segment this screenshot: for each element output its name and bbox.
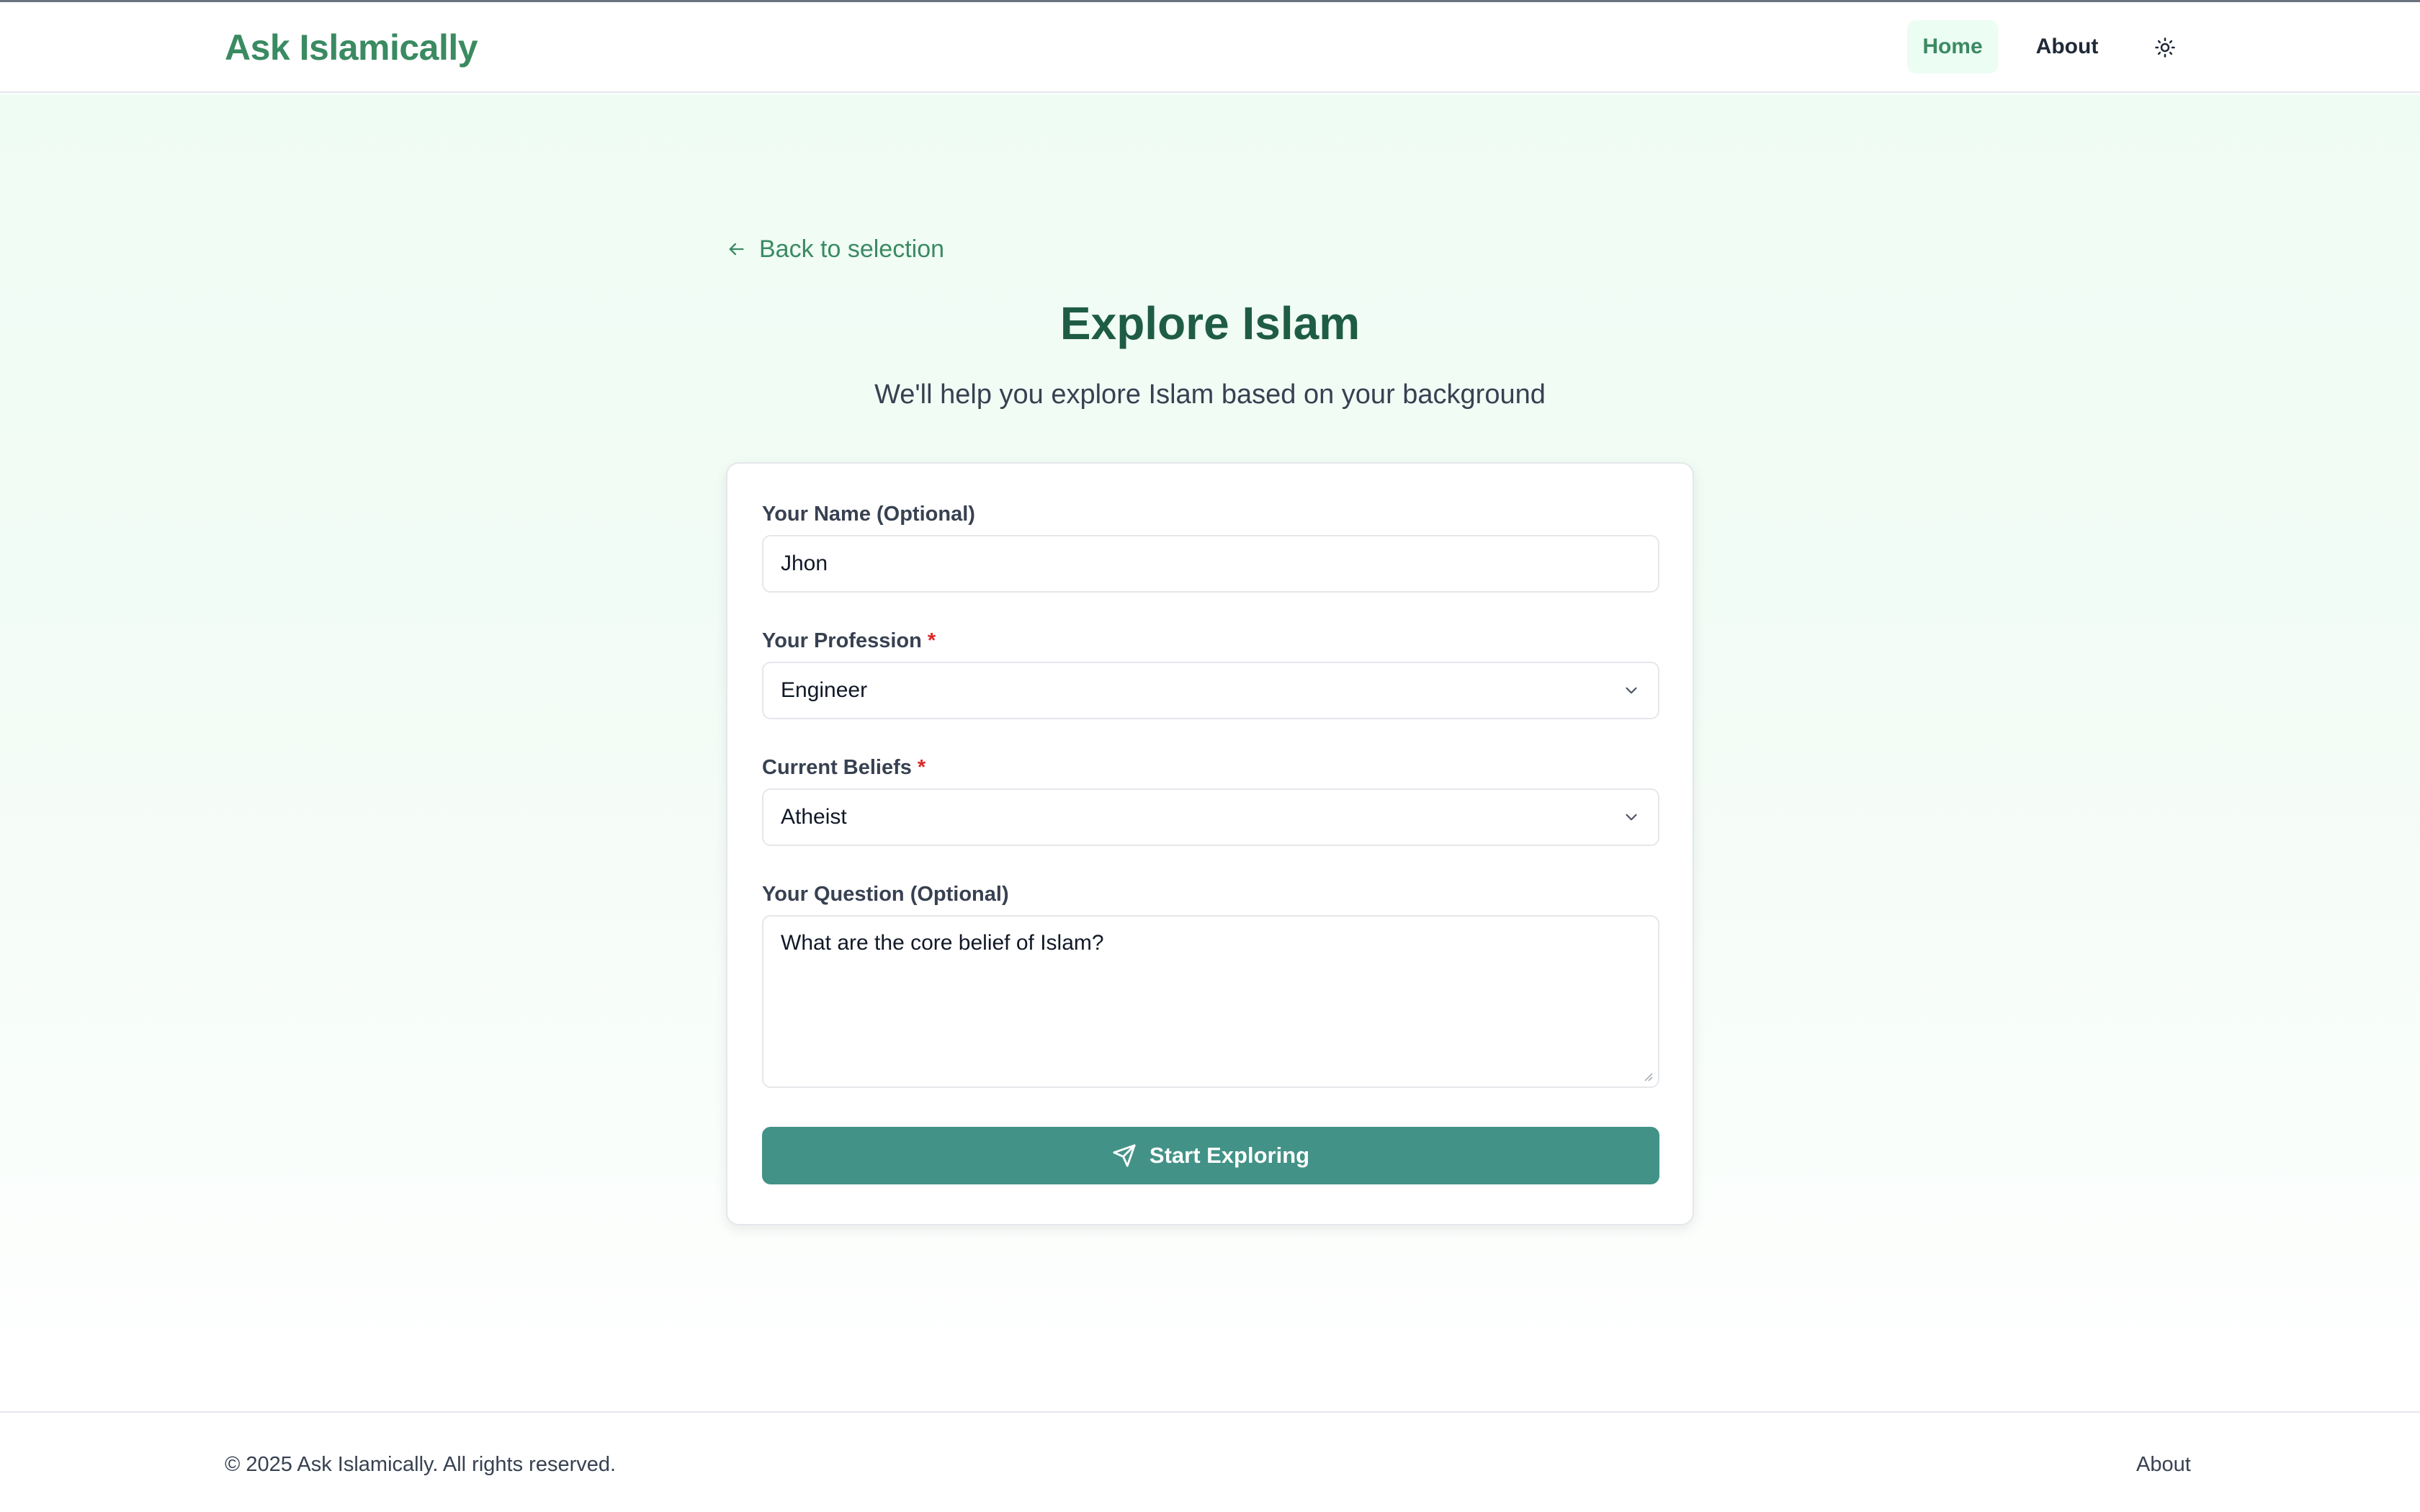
name-label: Your Name (Optional) [762,503,975,526]
back-link-label: Back to selection [759,235,945,263]
nav-home-link[interactable]: Home [1907,20,1998,73]
profession-label-text: Your Profession [762,629,922,652]
name-input-value: Jhon [781,552,828,575]
name-input[interactable]: Jhon [762,535,1659,593]
copyright-text: © 2025 Ask Islamically. All rights reser… [225,1453,617,1476]
send-icon [1113,1144,1136,1167]
profession-select[interactable]: Engineer [762,662,1659,719]
footer-about-link[interactable]: About [2136,1450,2191,1479]
navbar: Ask Islamically Home About [0,2,2420,93]
start-exploring-label: Start Exploring [1149,1143,1310,1168]
start-exploring-button[interactable]: Start Exploring [762,1127,1659,1184]
chevron-down-icon [1626,687,1637,694]
page-title: Explore Islam [1059,297,1361,349]
chevron-down-icon [1626,814,1637,821]
resize-handle-icon[interactable] [1642,1071,1654,1082]
theme-toggle-button[interactable] [2142,27,2188,68]
required-asterisk: * [927,629,936,652]
back-to-selection-link[interactable]: Back to selection [726,231,944,267]
beliefs-select-value: Atheist [781,805,847,829]
explore-form-card: Your Name (Optional) Jhon Your Professio… [726,462,1694,1225]
question-textarea-value: What are the core belief of Islam? [781,931,1104,955]
sun-icon [2155,37,2175,58]
main-content: Back to selection Explore Islam We'll he… [0,94,2420,1411]
profession-label: Your Profession * [762,626,936,655]
page-subtitle: We'll help you explore Islam based on yo… [874,379,1546,410]
question-textarea[interactable]: What are the core belief of Islam? [762,915,1659,1088]
question-label: Your Question (Optional) [762,883,1009,906]
beliefs-label: Current Beliefs * [762,753,926,782]
beliefs-label-text: Current Beliefs [762,756,912,779]
arrow-left-icon [729,243,744,256]
profession-select-value: Engineer [781,678,868,702]
nav-about-link[interactable]: About [2024,20,2110,73]
required-asterisk: * [917,756,926,779]
brand-logo-text[interactable]: Ask Islamically [225,24,478,71]
footer: © 2025 Ask Islamically. All rights reser… [0,1411,2420,1512]
beliefs-select[interactable]: Atheist [762,788,1659,846]
